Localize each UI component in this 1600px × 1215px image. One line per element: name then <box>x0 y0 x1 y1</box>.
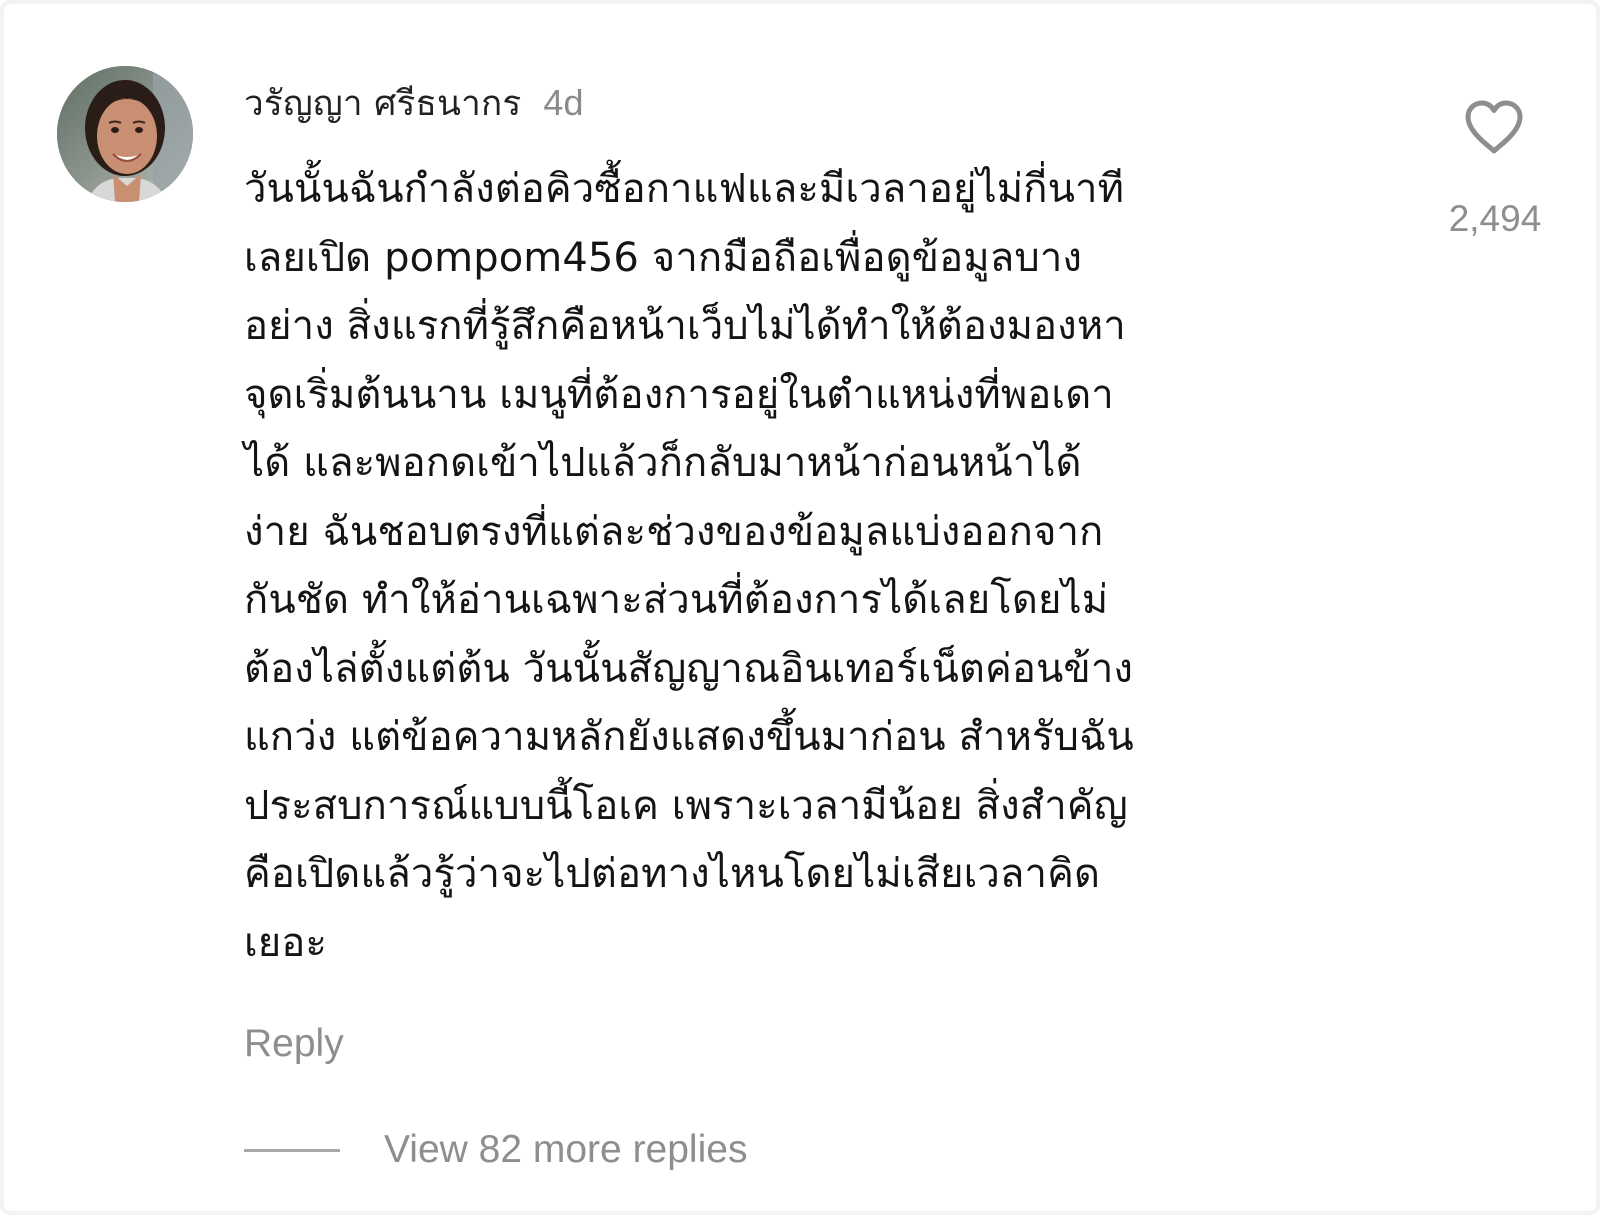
avatar[interactable] <box>57 66 193 202</box>
replies-divider-line <box>244 1148 340 1152</box>
like-button[interactable] <box>1463 99 1525 155</box>
view-more-replies-label: View 82 more replies <box>384 1128 748 1171</box>
username[interactable]: วรัญญา ศรีธนากร <box>244 76 521 131</box>
heart-outline-icon <box>1465 100 1523 154</box>
comment-text: วันนั้นฉันกำลังต่อคิวซื้อกาแฟและมีเวลาอย… <box>244 166 1134 966</box>
view-more-replies-button[interactable]: View 82 more replies <box>244 1128 747 1172</box>
comment-item: วรัญญา ศรีธนากร 4d วันนั้นฉันกำลังต่อคิว… <box>0 0 1600 1215</box>
like-count: 2,494 <box>1448 198 1542 239</box>
timestamp: 4d <box>543 82 584 123</box>
comment-header: วรัญญา ศรีธนากร 4d <box>244 76 583 126</box>
user-avatar-photo <box>57 66 193 202</box>
reply-button[interactable]: Reply <box>244 1022 344 1066</box>
